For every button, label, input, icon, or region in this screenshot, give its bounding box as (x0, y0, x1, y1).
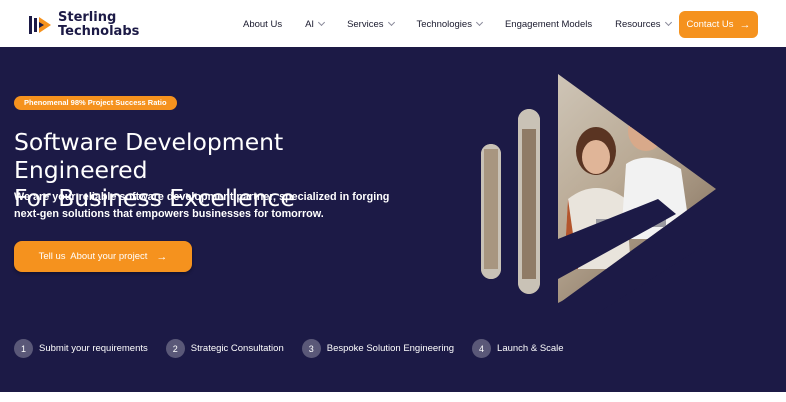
page-bottom-strip (0, 392, 786, 402)
chevron-down-icon (664, 18, 672, 27)
step-label: Launch & Scale (497, 343, 564, 354)
step-number: 4 (472, 339, 492, 358)
about-project-button[interactable]: Tell us About your project → (14, 241, 192, 272)
hero-section: Phenomenal 98% Project Success Ratio Sof… (0, 47, 786, 392)
hero-title-line1: Software Development Engineered (14, 128, 284, 184)
brand-name-line2: Technolabs (58, 23, 140, 39)
arrow-right-icon: → (739, 18, 751, 31)
nav-item-services[interactable]: Services (347, 18, 395, 30)
chevron-down-icon (475, 18, 484, 27)
step-item: 1 Submit your requirements (14, 339, 148, 358)
brand-logo[interactable]: Sterling Technolabs (28, 11, 139, 38)
contact-us-label: Contact Us (686, 19, 734, 30)
step-number: 2 (165, 339, 185, 358)
chevron-down-icon (387, 18, 395, 27)
nav-item-label: Technologies (416, 18, 472, 30)
step-label: Strategic Consultation (190, 343, 284, 354)
nav-item-label: Services (347, 18, 384, 30)
nav-item-label: About Us (243, 18, 283, 30)
contact-us-button[interactable]: Contact Us → (679, 11, 758, 38)
arrow-right-icon: → (156, 250, 168, 263)
nav-item-engagement-models[interactable]: Engagement Models (505, 19, 592, 30)
step-number: 1 (14, 339, 33, 358)
step-item: 4 Launch & Scale (472, 339, 564, 358)
nav-item-about-us[interactable]: About Us (243, 19, 282, 30)
step-item: 2 Strategic Consultation (165, 339, 284, 358)
step-label: Bespoke Solution Engineering (326, 343, 455, 354)
nav-item-resources[interactable]: Resources (615, 18, 672, 30)
chevron-down-icon (318, 18, 326, 27)
step-label: Submit your requirements (39, 343, 148, 354)
team-photo-image (481, 74, 716, 314)
brand-name-line1: Sterling (58, 10, 117, 25)
nav-item-technologies[interactable]: Technologies (416, 18, 484, 30)
step-number: 3 (301, 339, 321, 358)
hero-subtitle: We are your reliable software developmen… (14, 191, 390, 220)
brand-name: Sterling Technolabs (58, 11, 139, 38)
nav-item-label: Engagement Models (504, 18, 593, 30)
nav-item-label: Resources (615, 18, 661, 30)
process-steps: 1 Submit your requirements 2 Strategic C… (14, 339, 582, 358)
site-header: Sterling Technolabs About Us AI Services… (0, 0, 786, 47)
nav-item-ai[interactable]: AI (305, 18, 326, 30)
play-stripes-logo-icon (29, 15, 51, 34)
success-ratio-badge: Phenomenal 98% Project Success Ratio (14, 96, 177, 110)
nav-item-label: AI (305, 18, 315, 30)
cta-label: Tell us About your project (38, 251, 148, 262)
main-nav: About Us AI Services Technologies Engage… (243, 17, 672, 31)
step-item: 3 Bespoke Solution Engineering (301, 339, 455, 358)
